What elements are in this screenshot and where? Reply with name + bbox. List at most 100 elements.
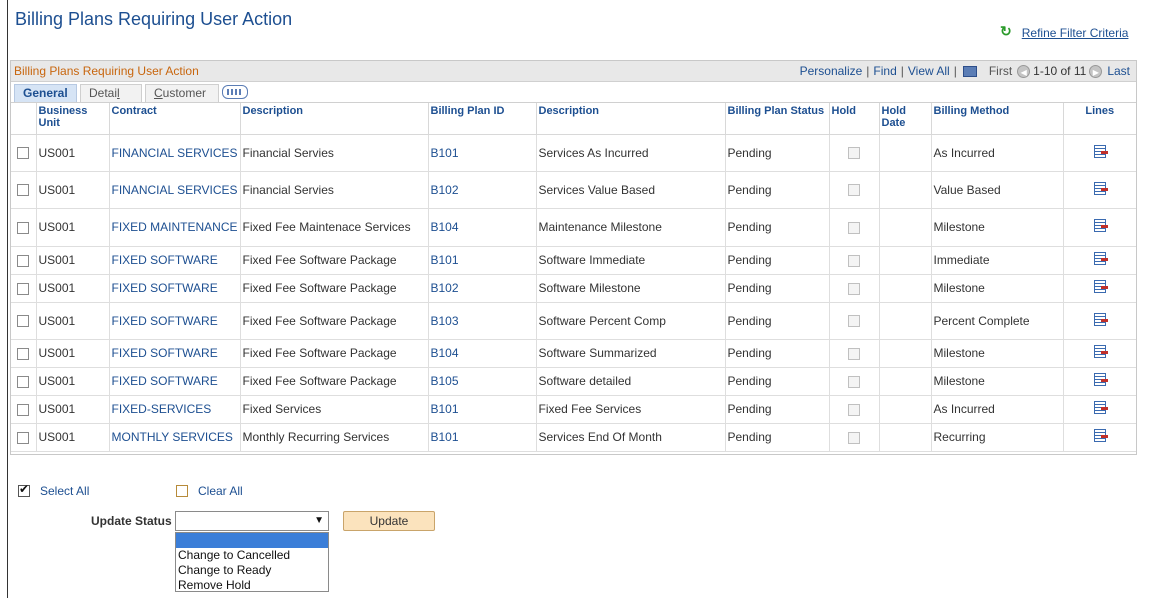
dropdown-option[interactable]: Change to Ready [176,563,328,578]
cell-billing-plan-id-link[interactable]: B102 [428,171,537,209]
cell-contract-link[interactable]: FIXED-SERVICES [109,395,241,424]
column-billing-plan-status[interactable]: Billing Plan Status [725,103,830,135]
column-description[interactable]: Description [240,103,429,135]
row-select-checkbox[interactable] [11,274,37,303]
lines-icon[interactable] [1063,395,1136,424]
lines-detail-icon[interactable] [1093,181,1108,195]
cell-billing-plan-id-link[interactable]: B101 [428,246,537,275]
cell-contract-link[interactable]: FIXED SOFTWARE [109,246,241,275]
cell-contract-link[interactable]: FIXED SOFTWARE [109,274,241,303]
cell-billing-plan-id-link[interactable]: B102 [428,274,537,303]
lines-icon[interactable] [1063,171,1136,209]
cell-billing-plan-id-link[interactable]: B105 [428,367,537,396]
cell-contract-link[interactable]: MONTHLY SERVICES [109,423,241,452]
lines-icon[interactable] [1063,208,1136,247]
view-all-link[interactable]: View All [908,64,950,78]
select-all-checkbox[interactable] [18,482,30,497]
cell-plan-description: Maintenance Milestone [536,208,726,247]
lines-detail-icon[interactable] [1093,144,1108,158]
cell-billing-plan-id-link[interactable]: B104 [428,339,537,368]
checkbox-icon[interactable] [17,375,30,388]
refine-filter[interactable]: ↻ Refine Filter Criteria [1000,23,1129,40]
lines-detail-icon[interactable] [1093,429,1108,442]
select-all[interactable]: Select All [18,482,89,498]
lines-icon[interactable] [1063,423,1136,452]
lines-detail-icon[interactable] [1093,280,1108,293]
checkbox-icon[interactable] [17,184,30,197]
cell-contract-link[interactable]: FIXED SOFTWARE [109,302,241,340]
cell-contract-link[interactable]: FINANCIAL SERVICES [109,134,241,172]
checkbox-icon[interactable] [17,147,30,160]
column-hold-date[interactable]: Hold Date [879,103,932,135]
lines-icon[interactable] [1063,339,1136,368]
lines-detail-icon[interactable] [1093,401,1108,414]
column-billing-plan-id[interactable]: Billing Plan ID [428,103,537,135]
lines-icon[interactable] [1063,302,1136,340]
cell-contract-link[interactable]: FIXED MAINTENANCE [109,208,241,247]
row-select-checkbox[interactable] [11,367,37,396]
cell-billing-plan-id-link[interactable]: B101 [428,395,537,424]
row-select-checkbox[interactable] [11,208,37,247]
clear-all-link[interactable]: Clear All [198,484,243,498]
update-button[interactable]: Update [343,511,435,531]
show-all-columns-icon[interactable] [222,85,248,99]
checkbox-icon[interactable] [17,347,30,360]
lines-detail-icon[interactable] [1093,219,1108,232]
lines-icon[interactable] [1063,134,1136,172]
lines-icon[interactable] [1063,246,1136,275]
cell-billing-plan-id-link[interactable]: B103 [428,302,537,340]
cell-status: Pending [725,134,830,172]
lines-detail-icon[interactable] [1093,345,1108,358]
row-select-checkbox[interactable] [11,423,37,452]
row-select-checkbox[interactable] [11,339,37,368]
lines-detail-icon[interactable] [1093,312,1108,326]
cell-contract-link[interactable]: FINANCIAL SERVICES [109,171,241,209]
clear-all[interactable]: Clear All [176,484,243,498]
download-excel-icon[interactable] [962,65,977,77]
cell-billing-plan-id-link[interactable]: B104 [428,208,537,247]
column-business-unit[interactable]: Business Unit [36,103,110,135]
row-select-checkbox[interactable] [11,395,37,424]
tab-detail[interactable]: Detail [80,84,142,102]
column-plan-description[interactable]: Description [536,103,726,135]
column-contract[interactable]: Contract [109,103,241,135]
clear-all-checkbox[interactable] [176,485,188,497]
refresh-icon[interactable]: ↻ [1000,23,1012,40]
lines-detail-icon[interactable] [1093,252,1108,265]
cell-hold-date [879,134,932,172]
chevron-down-icon[interactable]: ▼ [314,515,324,526]
lines-detail-icon[interactable] [1093,373,1108,386]
checkbox-icon[interactable] [17,221,30,234]
dropdown-option[interactable]: Change to Cancelled [176,548,328,563]
checkbox-icon[interactable] [17,403,30,416]
row-select-checkbox[interactable] [11,246,37,275]
tab-customer[interactable]: Customer [145,84,219,102]
lines-icon[interactable] [1063,367,1136,396]
row-select-checkbox[interactable] [11,302,37,340]
cell-contract-link[interactable]: FIXED SOFTWARE [109,367,241,396]
find-link[interactable]: Find [873,64,896,78]
dropdown-option[interactable] [176,533,328,548]
lines-icon[interactable] [1063,274,1136,303]
dropdown-option[interactable]: Remove Hold [176,578,328,593]
next-arrow-icon[interactable]: ▶ [1089,64,1103,78]
cell-plan-description: Software detailed [536,367,726,396]
cell-contract-link[interactable]: FIXED SOFTWARE [109,339,241,368]
tab-general[interactable]: General [14,84,77,102]
column-hold[interactable]: Hold [829,103,880,135]
select-all-link[interactable]: Select All [40,484,89,498]
cell-billing-plan-id-link[interactable]: B101 [428,134,537,172]
row-select-checkbox[interactable] [11,171,37,209]
checkbox-icon[interactable] [17,254,30,267]
last-link[interactable]: Last [1107,64,1130,78]
checkbox-icon[interactable] [17,282,30,295]
cell-billing-plan-id-link[interactable]: B101 [428,423,537,452]
row-select-checkbox[interactable] [11,134,37,172]
checkbox-icon[interactable] [17,315,30,328]
personalize-link[interactable]: Personalize [800,64,863,78]
column-billing-method[interactable]: Billing Method [931,103,1064,135]
previous-arrow-icon[interactable]: ◀ [1017,64,1031,78]
update-status-select[interactable]: ▼ [175,511,329,531]
checkbox-icon[interactable] [17,431,30,444]
refine-filter-link[interactable]: Refine Filter Criteria [1022,26,1129,40]
